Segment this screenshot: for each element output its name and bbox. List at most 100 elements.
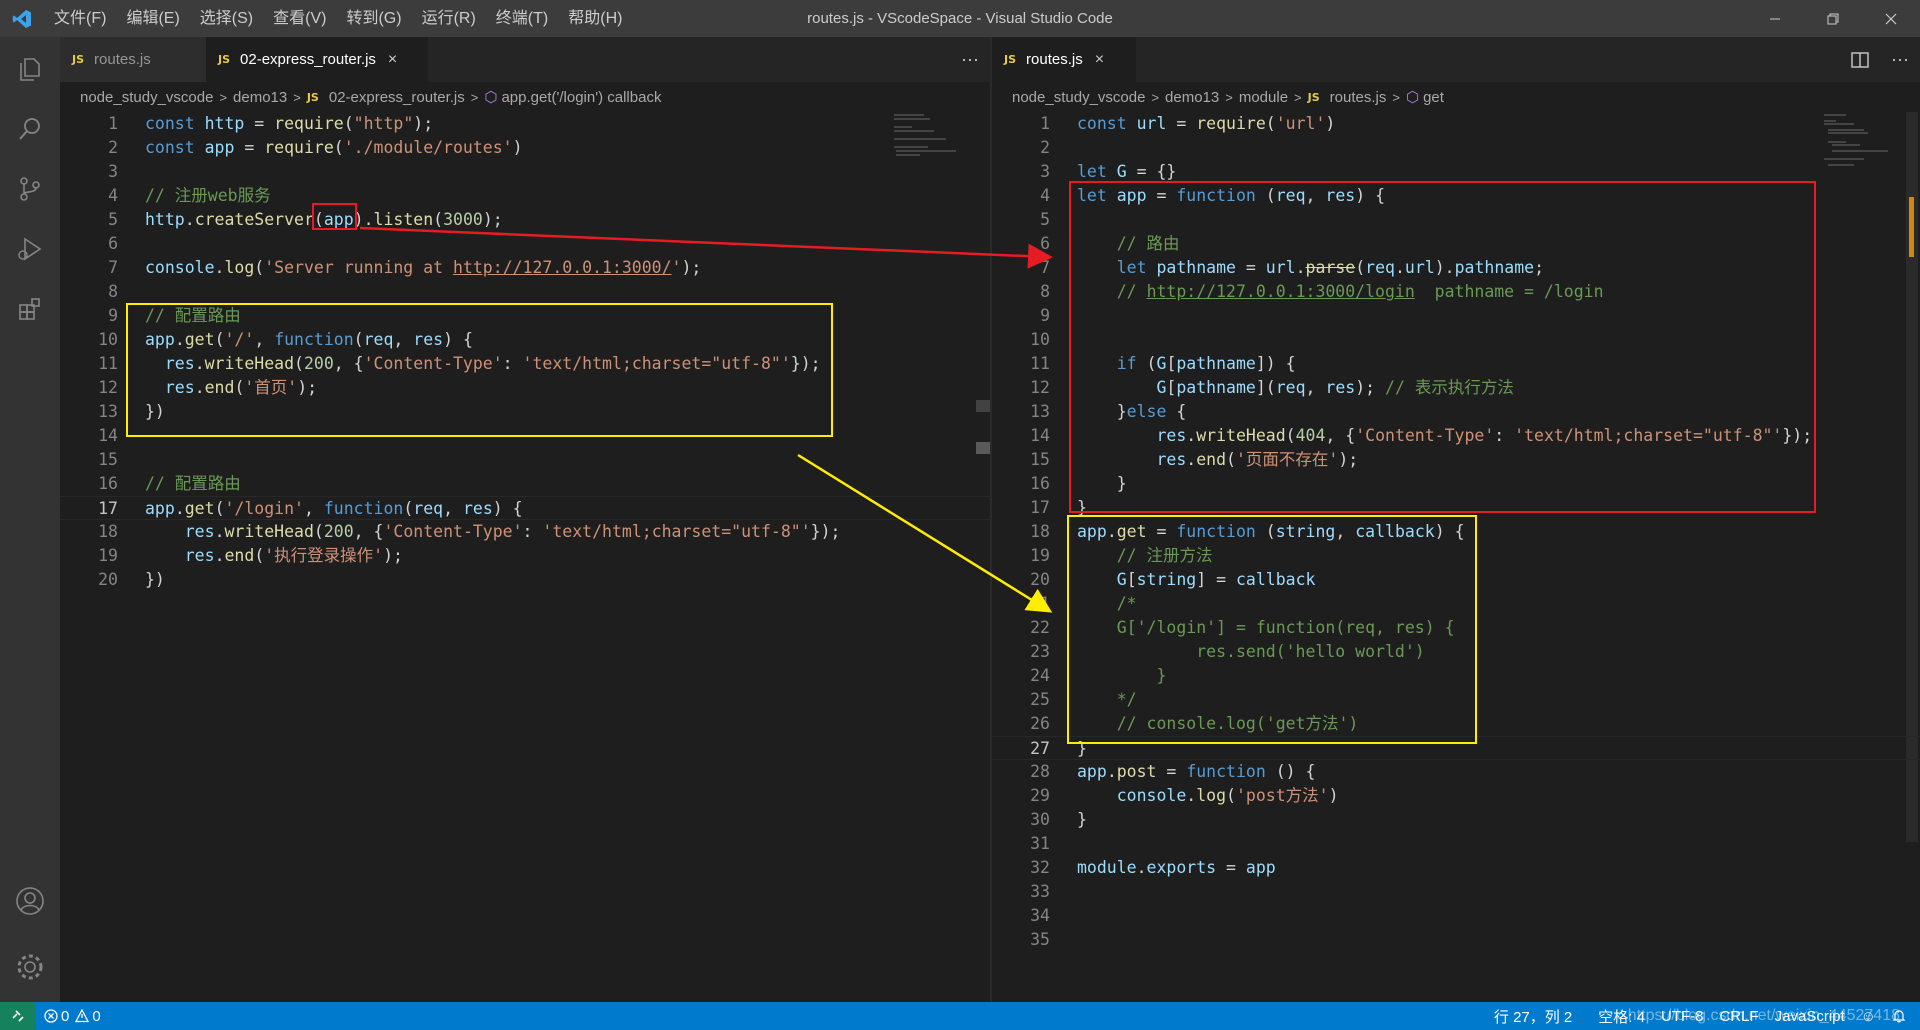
tab-02-express-router-js[interactable]: JS 02-express_router.js × [206,37,428,82]
breadcrumb-item[interactable]: routes.js [1330,89,1387,106]
code-line: /* [1116,594,1137,613]
code-line: G['/login'] = function(req, res) { [1116,618,1455,637]
menu-go[interactable]: 转到(G) [336,0,411,37]
code-line: if (G[pathname]) { [1116,354,1296,373]
breadcrumb-item[interactable]: node_study_vscode [80,89,213,106]
menu-run[interactable]: 运行(R) [412,0,486,37]
breadcrumb-item[interactable]: module [1239,89,1288,106]
line-number: 34 [1030,906,1050,925]
line-number: 14 [1030,426,1050,445]
line-number: 8 [1040,282,1050,301]
js-file-icon: JS [306,90,319,104]
menu-terminal[interactable]: 终端(T) [486,0,558,37]
close-icon[interactable]: × [388,51,397,69]
line-number: 11 [98,354,118,373]
code-line: let app = function (req, res) { [1077,186,1386,205]
code-line: app.get('/login', function(req, res) { [145,499,523,518]
line-number: 32 [1030,858,1050,877]
code-editor-left[interactable]: 1 const http = require("http"); 2 const ap… [60,112,990,1002]
code-line: let pathname = url.parse(req.url).pathna… [1116,258,1545,277]
problems-indicator[interactable]: 0 0 [36,1008,109,1025]
code-line: } [1077,810,1087,829]
activity-bar [0,37,60,1002]
run-debug-icon[interactable] [0,221,60,277]
line-number: 27 [1030,739,1050,758]
code-line: app.post = function () { [1077,762,1316,781]
line-number: 14 [98,426,118,445]
account-icon[interactable] [0,873,60,929]
menu-view[interactable]: 查看(V) [263,0,336,37]
tab-routes-js[interactable]: JS routes.js × [992,37,1136,82]
extensions-icon[interactable] [0,281,60,337]
chevron-right-icon: > [1151,89,1160,105]
js-file-icon: JS [1004,53,1017,66]
minimize-button[interactable] [1746,0,1804,37]
line-number: 31 [1030,834,1050,853]
chevron-right-icon: > [1294,89,1302,105]
title-bar: 文件(F) 编辑(E) 选择(S) 查看(V) 转到(G) 运行(R) 终端(T… [0,0,1920,37]
line-number: 20 [1030,570,1050,589]
menu-selection[interactable]: 选择(S) [190,0,263,37]
warning-count: 0 [92,1007,101,1025]
code-line: // 路由 [1116,234,1180,253]
breadcrumb-item[interactable]: app.get('/login') callback [501,89,661,106]
breadcrumb-item[interactable]: 02-express_router.js [329,89,465,106]
left-editor-group: JS routes.js JS 02-express_router.js × ·… [60,37,990,1002]
line-number: 7 [1040,258,1050,277]
line-number: 21 [1030,594,1050,613]
code-line: }else { [1077,402,1187,421]
line-number: 13 [1030,402,1050,421]
menu-file[interactable]: 文件(F) [44,0,116,37]
line-number: 15 [1030,450,1050,469]
settings-gear-icon[interactable] [0,939,60,995]
breadcrumb-item[interactable]: demo13 [233,89,287,106]
more-actions-icon[interactable]: ··· [1880,37,1920,82]
close-icon [1885,13,1897,24]
more-actions-icon[interactable]: ··· [950,37,990,82]
breadcrumb-item[interactable]: get [1423,89,1444,106]
line-number: 9 [108,306,118,325]
menu-help[interactable]: 帮助(H) [558,0,632,37]
warning-icon [75,1009,90,1023]
left-tab-bar: JS routes.js JS 02-express_router.js × ·… [60,37,990,82]
code-line: app.get('/', function(req, res) { [145,330,473,349]
line-number: 19 [98,546,118,565]
line-number: 5 [108,210,118,229]
code-line: res.writeHead(200, {'Content-Type': 'tex… [184,522,841,541]
line-number: 18 [1030,522,1050,541]
error-icon [44,1009,58,1023]
tab-label: 02-express_router.js [240,51,376,68]
code-line: let G = {} [1077,162,1177,181]
chevron-right-icon: > [1225,89,1233,105]
line-number: 10 [1030,330,1050,349]
menu-edit[interactable]: 编辑(E) [116,0,189,37]
line-number: 1 [1040,114,1050,133]
source-control-icon[interactable] [0,161,60,217]
remote-indicator[interactable] [0,1002,36,1030]
symbol-method-icon: ⬡ [1405,89,1420,106]
line-number: 19 [1030,546,1050,565]
restore-button[interactable] [1804,0,1862,37]
code-line: res.end('首页'); [164,378,318,397]
code-line: } [1077,474,1127,493]
line-number: 23 [1030,642,1050,661]
code-editor-right[interactable]: 1 const url = require('url') 2 3 let G = {… [992,112,1920,1030]
line-number: 2 [108,138,118,157]
js-file-icon: JS [72,53,85,66]
cursor-position[interactable]: 行 27，列 2 [1486,1006,1580,1027]
breadcrumb-item[interactable]: node_study_vscode [1012,89,1145,106]
close-window-button[interactable] [1862,0,1920,37]
right-tab-actions: ··· [1840,37,1920,82]
breadcrumb-item[interactable]: demo13 [1165,89,1219,106]
tab-routes-js[interactable]: JS routes.js [60,37,206,82]
line-number: 24 [1030,666,1050,685]
code-line: */ [1116,690,1137,709]
split-editor-icon[interactable] [1840,37,1880,82]
search-icon[interactable] [0,101,60,157]
explorer-icon[interactable] [0,41,60,97]
line-number: 16 [1030,474,1050,493]
code-line: http.createServer(app).listen(3000); [145,210,503,229]
code-line: } [1077,498,1087,517]
line-number: 28 [1030,762,1050,781]
close-icon[interactable]: × [1095,51,1104,69]
